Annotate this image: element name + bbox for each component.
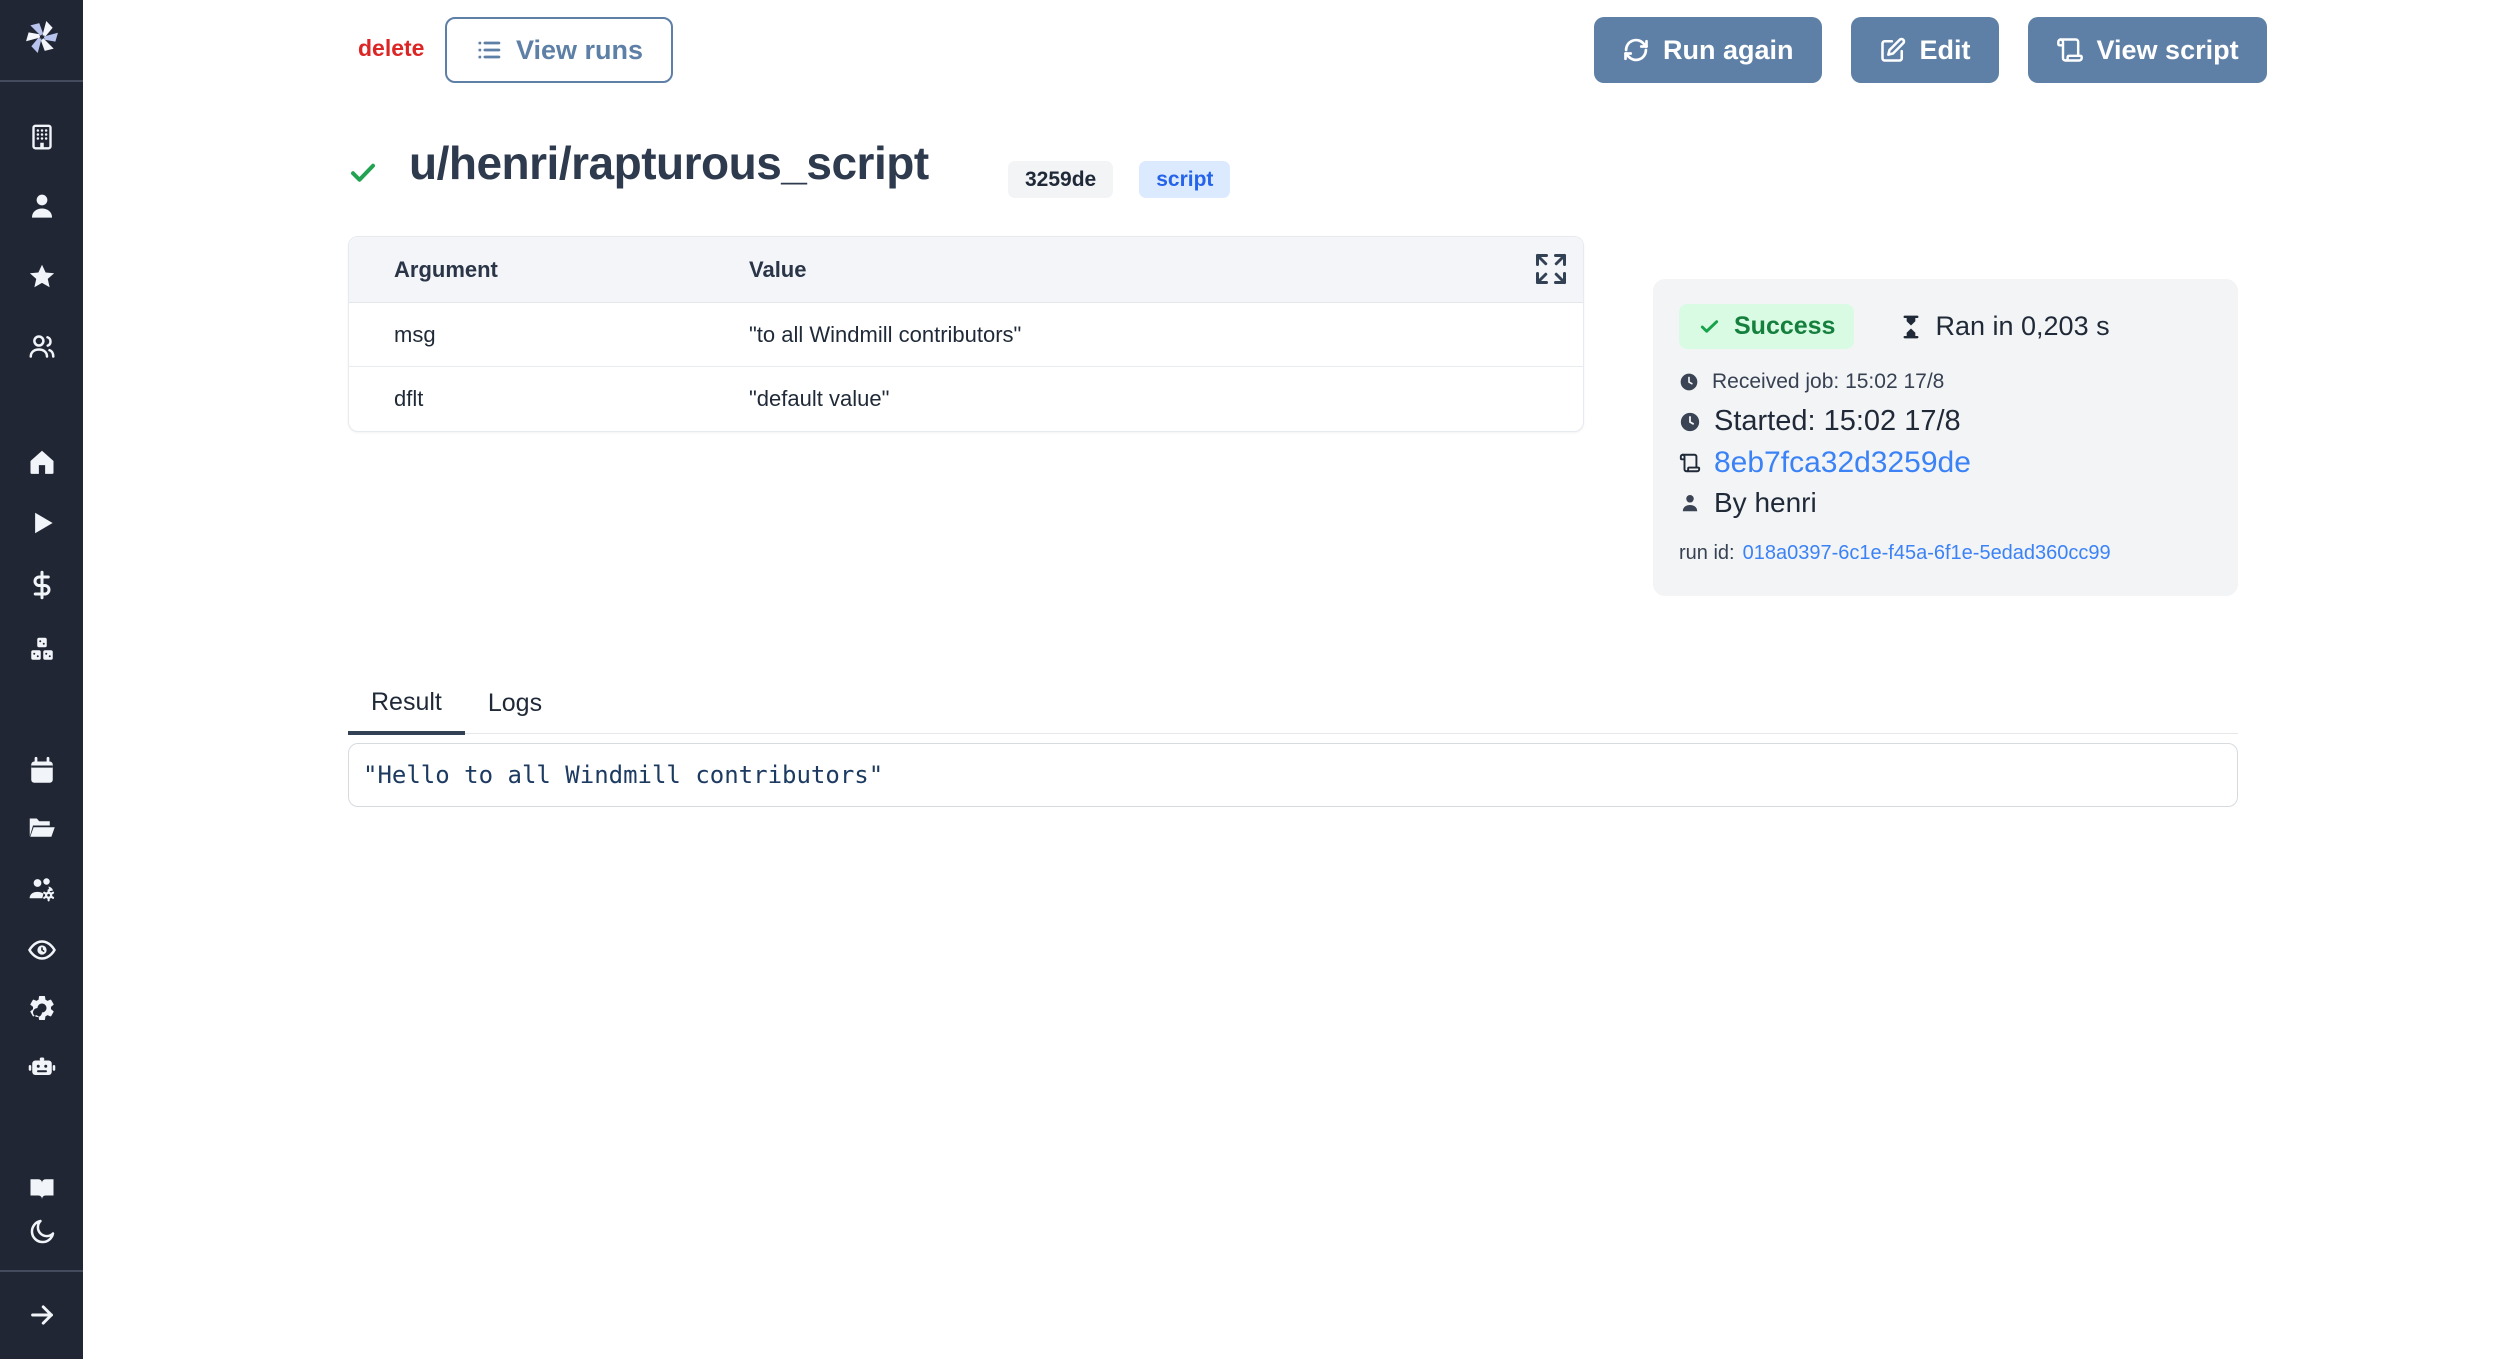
docs-book-icon <box>27 1174 57 1204</box>
sidebar-item-resources[interactable] <box>27 635 57 665</box>
robot-icon <box>27 1052 57 1082</box>
list-icon <box>475 36 503 64</box>
home-icon <box>27 447 57 477</box>
value-column-header: Value <box>749 257 1583 283</box>
sidebar-item-home[interactable] <box>27 447 57 477</box>
received-job-line: Received job: 15:02 17/8 <box>1679 370 2212 394</box>
argument-value: "to all Windmill contributors" <box>749 322 1583 348</box>
argument-column-header: Argument <box>349 257 749 283</box>
sidebar-item-user[interactable] <box>27 191 57 221</box>
settings-gear-icon <box>27 993 57 1023</box>
run-by-line: By henri <box>1679 487 2212 519</box>
refresh-icon <box>1622 36 1650 64</box>
view-script-button[interactable]: View script <box>2028 17 2267 83</box>
status-row: Success Ran in 0,203 s <box>1679 304 2212 349</box>
run-id-label: run id: <box>1679 542 1735 565</box>
argument-name: msg <box>349 322 749 348</box>
tab-result[interactable]: Result <box>348 686 465 735</box>
building-icon <box>27 122 57 152</box>
arrow-right-icon <box>27 1300 57 1330</box>
run-info-panel: Success Ran in 0,203 s Received job: 15:… <box>1653 279 2238 596</box>
result-text: "Hello to all Windmill contributors" <box>363 761 883 789</box>
result-tabs: Result Logs <box>348 686 2238 734</box>
success-check-icon <box>348 157 378 187</box>
scroll-icon <box>1679 452 1701 474</box>
argument-value: "default value" <box>749 386 1583 412</box>
folder-open-icon <box>27 812 57 842</box>
argument-name: dflt <box>349 386 749 412</box>
view-runs-label: View runs <box>516 35 643 66</box>
received-job-label: Received job: 15:02 17/8 <box>1712 370 1944 394</box>
sidebar-item-folders[interactable] <box>27 812 57 842</box>
sidebar-item-ai[interactable] <box>27 1052 57 1082</box>
status-label: Success <box>1734 312 1835 341</box>
calendar-icon <box>27 756 57 786</box>
title-badges: 3259de script <box>1008 161 1230 198</box>
sidebar-item-docs[interactable] <box>27 1174 57 1204</box>
run-again-label: Run again <box>1663 35 1794 66</box>
edit-pencil-icon <box>1879 36 1907 64</box>
table-row: dflt "default value" <box>349 367 1583 431</box>
user-icon <box>27 191 57 221</box>
sidebar-item-groups[interactable] <box>27 331 57 361</box>
script-hash-line: 8eb7fca32d3259de <box>1679 446 2212 480</box>
user-icon <box>1679 492 1701 514</box>
delete-button[interactable]: delete <box>358 35 424 62</box>
clock-icon <box>1679 372 1699 392</box>
users-icon <box>27 331 57 361</box>
sidebar-divider-top <box>0 80 83 82</box>
result-output: "Hello to all Windmill contributors" <box>348 743 2238 807</box>
run-id-link[interactable]: 018a0397-6c1e-f45a-6f1e-5edad360cc99 <box>1743 542 2111 565</box>
script-type-badge: script <box>1139 161 1230 198</box>
check-icon <box>1698 315 1721 338</box>
hourglass-icon <box>1898 314 1924 340</box>
scroll-icon <box>2056 36 2084 64</box>
expand-arrows-icon <box>1533 251 1569 287</box>
script-hash-badge: 3259de <box>1008 161 1113 198</box>
sidebar-item-schedules[interactable] <box>27 756 57 786</box>
sidebar-item-workers[interactable] <box>27 875 57 905</box>
page-title: u/henri/rapturous_script <box>409 136 929 190</box>
status-badge: Success <box>1679 304 1854 349</box>
arguments-table: Argument Value msg "to all Windmill cont… <box>348 236 1584 432</box>
run-by-label: By henri <box>1714 487 1817 519</box>
sidebar-item-favorites[interactable] <box>27 262 57 292</box>
dark-mode-toggle[interactable] <box>27 1217 57 1247</box>
sidebar-item-variables[interactable] <box>27 570 57 600</box>
windmill-run-page: delete View runs Run again <box>0 0 2500 1359</box>
started-label: Started: 15:02 17/8 <box>1714 405 1961 438</box>
view-script-label: View script <box>2097 35 2239 66</box>
run-duration: Ran in 0,203 s <box>1898 311 2109 342</box>
tab-logs[interactable]: Logs <box>465 686 565 733</box>
users-settings-icon <box>27 875 57 905</box>
clock-icon <box>1679 411 1701 433</box>
sidebar-item-audit-logs[interactable] <box>27 935 57 965</box>
sidebar <box>0 0 83 1359</box>
expand-sidebar-button[interactable] <box>27 1300 57 1330</box>
star-icon <box>27 262 57 292</box>
sidebar-divider-bottom <box>0 1270 83 1272</box>
header-actions: Run again Edit View script <box>1594 17 2267 83</box>
windmill-logo-icon[interactable] <box>20 15 64 59</box>
sidebar-item-settings[interactable] <box>27 993 57 1023</box>
run-again-button[interactable]: Run again <box>1594 17 1822 83</box>
arguments-table-header: Argument Value <box>349 237 1583 303</box>
view-runs-button[interactable]: View runs <box>445 17 673 83</box>
sidebar-item-workspace[interactable] <box>27 122 57 152</box>
boxes-icon <box>27 635 57 665</box>
edit-label: Edit <box>1920 35 1971 66</box>
duration-label: Ran in 0,203 s <box>1935 311 2109 342</box>
dollar-icon <box>27 570 57 600</box>
run-id-line: run id: 018a0397-6c1e-f45a-6f1e-5edad360… <box>1679 542 2212 565</box>
started-line: Started: 15:02 17/8 <box>1679 405 2212 438</box>
play-icon <box>27 508 57 538</box>
edit-button[interactable]: Edit <box>1851 17 1999 83</box>
sidebar-item-runs[interactable] <box>27 508 57 538</box>
script-hash-link[interactable]: 8eb7fca32d3259de <box>1714 446 1971 480</box>
table-row: msg "to all Windmill contributors" <box>349 303 1583 367</box>
audit-eye-icon <box>27 935 57 965</box>
dark-mode-moon-icon <box>27 1217 57 1247</box>
expand-table-button[interactable] <box>1533 251 1569 287</box>
